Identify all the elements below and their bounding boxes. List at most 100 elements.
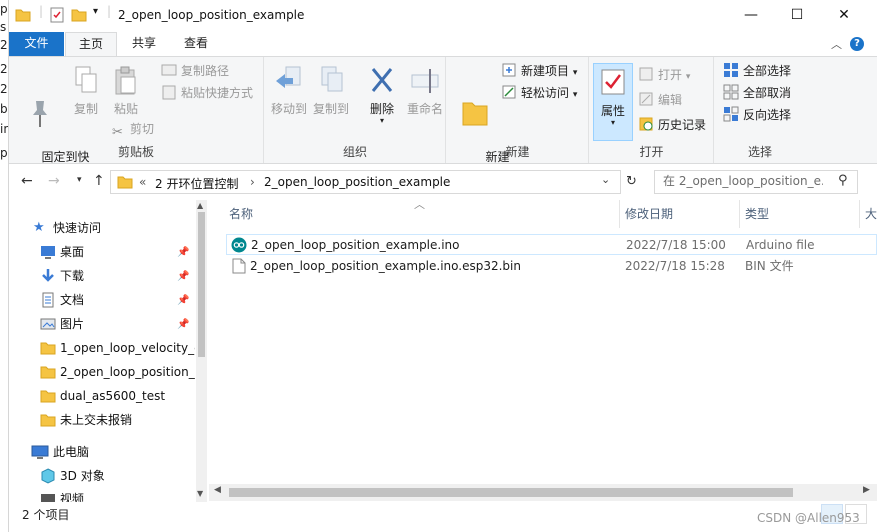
history-button[interactable]: 历史记录 xyxy=(638,115,706,135)
nav-item-documents[interactable]: 文档 📌 xyxy=(9,289,195,311)
pin-icon[interactable]: 📌 xyxy=(177,242,189,263)
close-button[interactable]: ✕ xyxy=(821,0,867,30)
breadcrumb-current[interactable]: 2_open_loop_position_example xyxy=(264,175,450,189)
file-list-horizontal-scrollbar[interactable]: ◀ ▶ xyxy=(209,484,877,501)
nav-item-3d-objects[interactable]: 3D 对象 xyxy=(9,465,195,487)
properties-button[interactable]: 属性 ▾ xyxy=(593,63,633,141)
file-row[interactable]: 2_open_loop_position_example.ino.esp32.b… xyxy=(226,256,877,277)
scroll-up-icon[interactable]: ▲ xyxy=(197,201,203,210)
breadcrumb-parent[interactable]: 2 开环位置控制 xyxy=(155,175,238,192)
column-header-modified[interactable]: 修改日期 xyxy=(625,200,673,228)
column-header-name[interactable]: 名称 xyxy=(229,200,253,228)
delete-button[interactable]: 删除 ▾ xyxy=(367,65,397,125)
bg-letter: 2 xyxy=(0,38,8,52)
navigation-pane: ★ 快速访问 桌面 📌 下载 📌 文档 📌 图片 📌 1_open_loop_v… xyxy=(9,200,207,502)
folder-icon xyxy=(117,174,133,193)
copy-button[interactable]: 复制 xyxy=(71,65,101,117)
nav-item-desktop[interactable]: 桌面 📌 xyxy=(9,241,195,263)
cut-button[interactable]: ✂ 剪切 xyxy=(112,119,154,140)
easy-access-label: 轻松访问 xyxy=(521,86,570,100)
column-header-size[interactable]: 大 xyxy=(865,200,877,228)
properties-quick-icon[interactable] xyxy=(49,7,65,25)
column-divider[interactable] xyxy=(739,200,740,228)
scissors-icon: ✂ xyxy=(112,125,123,140)
rename-button[interactable]: 重命名 xyxy=(405,65,445,117)
pin-icon[interactable]: 📌 xyxy=(177,314,189,335)
nav-item-videos[interactable]: 视频 xyxy=(9,488,195,502)
nav-item-pictures[interactable]: 图片 📌 xyxy=(9,313,195,335)
copy-to-button[interactable]: 复制到 xyxy=(311,65,351,117)
folder-icon[interactable] xyxy=(15,7,31,25)
organize-group: 移动到 复制到 删除 ▾ 重命名 组织 xyxy=(265,57,446,163)
breadcrumb-separator[interactable]: › xyxy=(250,175,255,189)
paste-label: 粘贴 xyxy=(113,102,138,116)
nav-item-folder[interactable]: 1_open_loop_velocity_e xyxy=(9,337,195,359)
bg-letter: s xyxy=(0,20,7,34)
properties-dropdown-icon[interactable]: ▾ xyxy=(594,119,632,127)
customize-quick-access-icon[interactable]: ▾ xyxy=(93,6,98,24)
item-count: 2 个项目 xyxy=(22,508,70,522)
select-all-label: 全部选择 xyxy=(743,64,792,78)
nav-item-downloads[interactable]: 下载 📌 xyxy=(9,265,195,287)
ribbon: 固定到快 速访问 复制 粘贴 复制路径 粘贴快捷方式 ✂剪切 剪贴板 xyxy=(9,56,877,180)
address-bar[interactable]: « 2 开环位置控制 › 2_open_loop_position_exampl… xyxy=(110,170,621,194)
new-folder-quick-icon[interactable] xyxy=(71,7,87,25)
recent-locations-icon[interactable]: ▾ xyxy=(77,175,82,185)
toolbar-separator: | xyxy=(39,4,44,18)
help-icon[interactable]: ? xyxy=(850,37,864,51)
maximize-button[interactable]: ☐ xyxy=(774,0,820,30)
column-divider[interactable] xyxy=(859,200,860,228)
nav-this-pc[interactable]: 此电脑 xyxy=(9,441,195,463)
easy-access-button[interactable]: 轻松访问 ▾ xyxy=(501,83,577,103)
nav-item-folder[interactable]: 未上交未报销 xyxy=(9,409,195,431)
search-input[interactable] xyxy=(663,174,823,188)
forward-arrow-icon[interactable]: → xyxy=(48,173,60,189)
paste-button[interactable]: 粘贴 xyxy=(111,65,141,117)
horizontal-scrollbar-thumb[interactable] xyxy=(229,488,793,497)
file-row[interactable]: 2_open_loop_position_example.ino 2022/7/… xyxy=(226,234,877,255)
edit-button[interactable]: 编辑 xyxy=(638,90,682,110)
nav-scrollbar[interactable]: ▲ ▼ xyxy=(196,200,207,502)
paste-shortcut-label: 粘贴快捷方式 xyxy=(181,86,254,100)
copy-path-button[interactable]: 复制路径 xyxy=(161,61,229,81)
delete-dropdown-icon[interactable]: ▾ xyxy=(367,117,397,125)
scroll-left-icon[interactable]: ◀ xyxy=(214,485,221,495)
pin-icon[interactable]: 📌 xyxy=(177,266,189,287)
select-all-icon xyxy=(723,62,739,78)
pin-icon[interactable]: 📌 xyxy=(177,290,189,311)
paste-shortcut-button[interactable]: 粘贴快捷方式 xyxy=(161,83,253,103)
paste-shortcut-icon xyxy=(161,84,177,100)
back-arrow-icon[interactable]: ← xyxy=(21,173,33,189)
refresh-icon[interactable]: ↻ xyxy=(626,174,637,189)
breadcrumb-overflow[interactable]: « xyxy=(139,175,146,189)
up-arrow-icon[interactable]: ↑ xyxy=(93,173,105,189)
nav-quick-access[interactable]: ★ 快速访问 xyxy=(9,217,195,239)
nav-item-label: 2_open_loop_position_ xyxy=(60,365,195,379)
move-to-button[interactable]: 移动到 xyxy=(269,65,309,117)
search-icon[interactable]: ⚲ xyxy=(838,173,848,188)
address-dropdown-icon[interactable]: ⌄ xyxy=(601,173,610,186)
background-window-edge: p s 2 2 2 b in p xyxy=(0,0,9,532)
nav-item-folder[interactable]: 2_open_loop_position_ xyxy=(9,361,195,383)
folder-icon xyxy=(40,412,56,428)
open-button[interactable]: 打开 ▾ xyxy=(638,65,690,85)
tab-file[interactable]: 文件 xyxy=(9,32,64,56)
search-box[interactable]: ⚲ xyxy=(654,170,858,194)
tab-share[interactable]: 共享 xyxy=(119,32,169,56)
invert-selection-button[interactable]: 反向选择 xyxy=(723,105,791,125)
scroll-right-icon[interactable]: ▶ xyxy=(863,485,870,495)
select-none-button[interactable]: 全部取消 xyxy=(723,83,791,103)
nav-item-folder[interactable]: dual_as5600_test xyxy=(9,385,195,407)
collapse-ribbon-icon[interactable]: ︿ xyxy=(831,36,842,52)
scroll-down-icon[interactable]: ▼ xyxy=(197,489,203,498)
column-header-type[interactable]: 类型 xyxy=(745,200,769,228)
tab-home[interactable]: 主页 xyxy=(65,32,117,56)
copy-label: 复制 xyxy=(73,102,98,116)
nav-scrollbar-thumb[interactable] xyxy=(198,212,205,357)
folder-icon xyxy=(40,340,56,356)
column-divider[interactable] xyxy=(619,200,620,228)
select-all-button[interactable]: 全部选择 xyxy=(723,61,791,81)
new-item-button[interactable]: 新建项目 ▾ xyxy=(501,61,577,81)
minimize-button[interactable]: — xyxy=(728,0,774,30)
tab-view[interactable]: 查看 xyxy=(171,32,221,56)
